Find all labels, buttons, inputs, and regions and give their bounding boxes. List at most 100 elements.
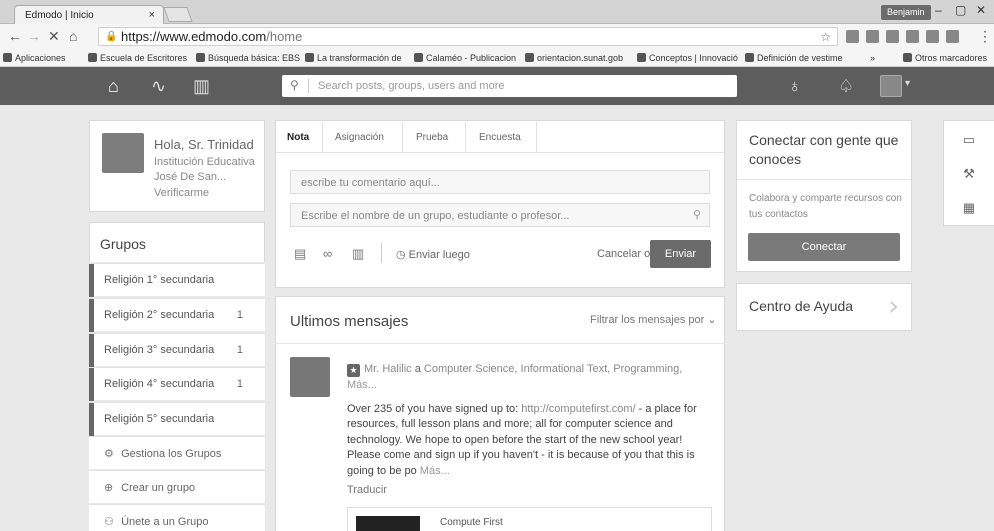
bookmark-item[interactable]: Búsqueda básica: EBS	[196, 53, 300, 63]
clock-icon: ◷	[396, 249, 409, 261]
group-color-bar	[89, 299, 94, 332]
attach-file-icon[interactable]: ▤	[294, 246, 306, 262]
attachment-thumbnail	[356, 516, 420, 531]
extension-icon[interactable]	[866, 30, 879, 43]
feed-filter-dropdown[interactable]: Filtrar los mensajes por ⌄	[590, 313, 717, 326]
translate-link[interactable]: Traducir	[347, 484, 387, 496]
users-icon: ⚇	[104, 516, 114, 528]
plus-circle-icon: ⊕	[104, 482, 114, 494]
extension-icon[interactable]	[926, 30, 939, 43]
url-path: /home	[266, 29, 303, 44]
group-item[interactable]: Religión 2° secundaria 1	[89, 298, 265, 332]
connect-title: Conectar con gente que conoces	[749, 132, 899, 167]
profile-greeting[interactable]: Hola, Sr. Trinidad	[154, 137, 254, 152]
forward-icon[interactable]: →	[27, 28, 41, 44]
bookmark-icon	[525, 53, 534, 62]
send-later-button[interactable]: ◷ Enviar luego	[396, 248, 470, 261]
search-icon: ⚲	[692, 209, 701, 221]
library-icon[interactable]: ▥	[193, 76, 210, 97]
cancel-button[interactable]: Cancelar o	[597, 248, 650, 260]
wrench-icon[interactable]: ⚒	[944, 156, 994, 194]
home-icon[interactable]: ⌂	[108, 76, 119, 97]
recipient-input[interactable]: Escribe el nombre de un grupo, estudiant…	[290, 203, 710, 227]
other-bookmarks[interactable]: Otros marcadores	[903, 53, 987, 63]
group-item[interactable]: Religión 3° secundaria 1	[89, 333, 265, 367]
apps-grid-icon[interactable]: ▦	[944, 190, 994, 228]
post-body: Over 235 of you have signed up to: http:…	[347, 403, 697, 477]
verify-link[interactable]: Verificarme	[154, 187, 209, 199]
link-icon[interactable]: ∞	[323, 246, 332, 261]
more-targets-link[interactable]: Más...	[347, 379, 377, 391]
avatar[interactable]	[880, 75, 902, 97]
url-host: https://www.edmodo.com	[121, 29, 267, 44]
bookmark-item[interactable]: Conceptos | Innovació	[637, 53, 738, 63]
bookmark-item[interactable]: La transformación de	[305, 53, 402, 63]
bell-icon[interactable]: ♤	[838, 76, 854, 97]
chevron-down-icon[interactable]: ▾	[905, 78, 910, 89]
manage-groups-button[interactable]: ⚙ Gestiona los Grupos	[89, 436, 265, 469]
activity-icon[interactable]: ∿	[151, 76, 166, 97]
post-targets[interactable]: Computer Science, Informational Text, Pr…	[424, 363, 682, 375]
search-input[interactable]: ⚲ Search posts, groups, users and more	[282, 75, 737, 97]
bookmark-star-icon[interactable]: ☆	[820, 30, 831, 44]
extension-icon[interactable]	[846, 30, 859, 43]
group-item[interactable]: Religión 5° secundaria	[89, 402, 265, 436]
read-more-link[interactable]: Más...	[420, 465, 450, 477]
chevron-down-icon: ⌄	[707, 314, 717, 326]
help-center-title[interactable]: Centro de Ayuda	[749, 298, 853, 314]
tab-separator	[322, 122, 323, 153]
window-close-icon[interactable]: ✕	[976, 3, 986, 17]
extension-icon[interactable]	[946, 30, 959, 43]
card-divider	[737, 179, 911, 180]
group-count: 1	[236, 344, 243, 356]
bookmarks-more-icon[interactable]: »	[870, 53, 875, 63]
create-group-button[interactable]: ⊕ Crear un grupo	[89, 470, 265, 503]
apps-icon	[3, 53, 12, 62]
tab-note[interactable]: Nota	[287, 132, 309, 143]
send-button[interactable]: Enviar	[650, 240, 711, 268]
new-tab-button[interactable]	[163, 7, 193, 22]
tab-quiz[interactable]: Prueba	[416, 132, 448, 143]
link-attachment[interactable]: Compute First	[347, 507, 712, 531]
bookmark-item[interactable]: Definición de vestime	[745, 53, 843, 63]
address-bar[interactable]: 🔒 https://www.edmodo.com/home ☆	[98, 27, 838, 46]
extension-icon[interactable]	[906, 30, 919, 43]
tab-poll[interactable]: Encuesta	[479, 132, 521, 143]
group-color-bar	[89, 264, 94, 297]
menu-icon[interactable]: ⋮	[978, 28, 992, 45]
bookmark-icon	[305, 53, 314, 62]
connect-button[interactable]: Conectar	[748, 233, 900, 261]
bookmark-icon	[637, 53, 646, 62]
tab-separator	[402, 122, 403, 153]
extension-icon[interactable]	[886, 30, 899, 43]
home-icon[interactable]: ⌂	[69, 28, 77, 44]
connect-text: Colabora y comparte recursos con tus con…	[749, 193, 902, 220]
inbox-icon[interactable]: ▭	[944, 122, 994, 160]
bookmark-item[interactable]: Escuela de Escritores	[88, 53, 187, 63]
post-author-avatar[interactable]	[290, 357, 330, 397]
library-icon[interactable]: ▥	[352, 246, 364, 262]
chevron-right-icon[interactable]: ›	[888, 289, 899, 322]
group-item[interactable]: Religión 4° secundaria 1	[89, 367, 265, 401]
stop-icon[interactable]: ✕	[48, 28, 60, 45]
comment-input[interactable]: escribe tu comentario aquí...	[290, 170, 710, 194]
post-author[interactable]: Mr. Halilic	[364, 363, 412, 375]
maximize-icon[interactable]: ▢	[955, 3, 966, 17]
group-item[interactable]: Religión 1° secundaria	[89, 263, 265, 297]
back-icon[interactable]: ←	[8, 28, 22, 44]
browser-user-chip[interactable]: Benjamin	[881, 5, 931, 20]
feed-divider	[275, 343, 725, 344]
tab-assignment[interactable]: Asignación	[335, 132, 384, 143]
bookmark-item[interactable]: orientacion.sunat.gob	[525, 53, 623, 63]
folder-icon	[903, 53, 912, 62]
tab-close-icon[interactable]: ×	[149, 9, 155, 21]
minimize-icon[interactable]: –	[935, 3, 942, 17]
join-group-button[interactable]: ⚇ Únete a un Grupo	[89, 504, 265, 531]
post-link[interactable]: http://computefirst.com/	[521, 403, 635, 415]
profile-photo[interactable]	[102, 133, 144, 173]
backpack-icon[interactable]: ♁	[788, 76, 802, 97]
feed-title: Ultimos mensajes	[290, 313, 409, 330]
bookmark-apps[interactable]: Aplicaciones	[3, 53, 66, 63]
bookmark-item[interactable]: Calaméo - Publicacion	[414, 53, 516, 63]
browser-tab[interactable]: Edmodo | Inicio ×	[14, 5, 164, 25]
